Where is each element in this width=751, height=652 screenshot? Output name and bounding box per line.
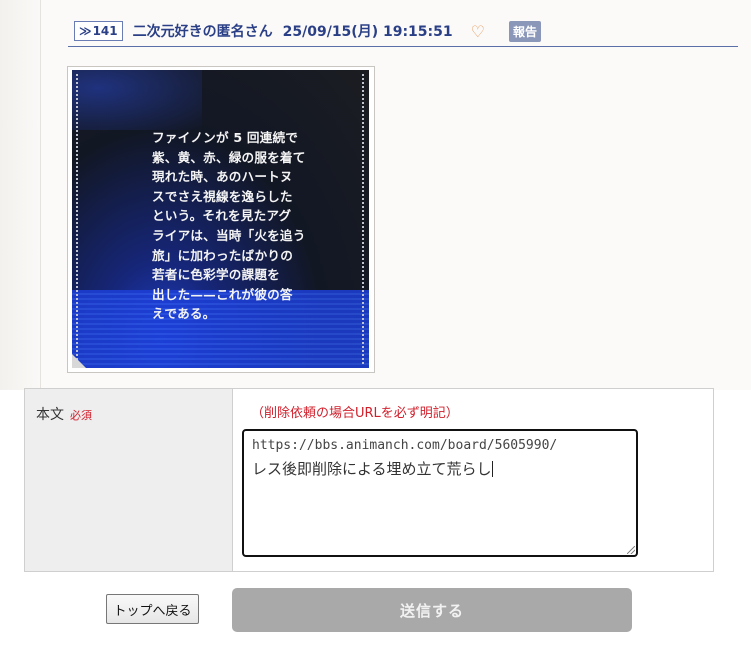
page-margin	[0, 0, 40, 390]
post-date: 25/09/15(月) 19:15:51	[282, 24, 453, 40]
heart-icon[interactable]: ♡	[471, 22, 485, 41]
form-label-cell: 本文 必須	[25, 389, 233, 571]
image-caption-text: ファイノンが 5 回連続で 紫、黄、赤、緑の服を着て 現れた時、あのハートヌ ス…	[152, 128, 322, 324]
image-text-line: 出した——これが彼の答	[152, 286, 293, 302]
resize-grip-icon[interactable]	[627, 546, 635, 554]
text-caret	[491, 461, 493, 477]
image-text-line: 現れた時、あのハートヌ	[152, 169, 293, 185]
image-text-line: 紫、黄、赤、緑の服を着て	[152, 149, 306, 165]
res-number: 141	[92, 24, 118, 38]
reply-arrow-icon: ≫	[79, 24, 92, 38]
image-text-line: えである。	[152, 306, 216, 322]
poster-name: 二次元好きの匿名さん	[132, 24, 273, 40]
url-note: （削除依頼の場合URLを必ず明記）	[251, 406, 459, 421]
report-button[interactable]: 報告	[508, 20, 541, 42]
body-label: 本文 必須	[36, 404, 92, 424]
post-header: ≫ 141 二次元好きの匿名さん 25/09/15(月) 19:15:51 ♡ …	[68, 16, 738, 47]
submit-button[interactable]: 送信する	[232, 588, 632, 632]
image-text-line: ファイノンが 5 回連続で	[152, 130, 299, 145]
image-text-line: ライアは、当時「火を追う	[152, 227, 306, 243]
textarea-line-text-content: レス後即削除による埋め立て荒らし	[252, 460, 492, 478]
textarea-line-url: https://bbs.animanch.com/board/5605990/	[252, 438, 558, 453]
back-to-top-button[interactable]: トップへ戻る	[106, 594, 199, 624]
image-text-line: 旅」に加わったばかりの	[152, 247, 293, 263]
res-number-link[interactable]: ≫ 141	[74, 21, 123, 41]
body-textarea[interactable]: https://bbs.animanch.com/board/5605990/ …	[242, 429, 638, 557]
image-text-line: 若者に色彩学の課題を	[152, 267, 280, 283]
required-mark: 必須	[70, 409, 92, 422]
image-text-line: スでさえ視線を逸らした	[152, 188, 293, 204]
post-image: ファイノンが 5 回連続で 紫、黄、赤、緑の服を着て 現れた時、あのハートヌ ス…	[72, 70, 369, 368]
reply-form-table: 本文 必須 （削除依頼の場合URLを必ず明記） https://bbs.anima…	[24, 388, 714, 572]
image-text-line: という。それを見たアグ	[152, 208, 292, 224]
post-image-thumbnail[interactable]: ファイノンが 5 回連続で 紫、黄、赤、緑の服を着て 現れた時、あのハートヌ ス…	[67, 66, 375, 373]
body-label-text: 本文	[36, 407, 64, 423]
textarea-line-text: レス後即削除による埋め立て荒らし	[252, 457, 628, 481]
